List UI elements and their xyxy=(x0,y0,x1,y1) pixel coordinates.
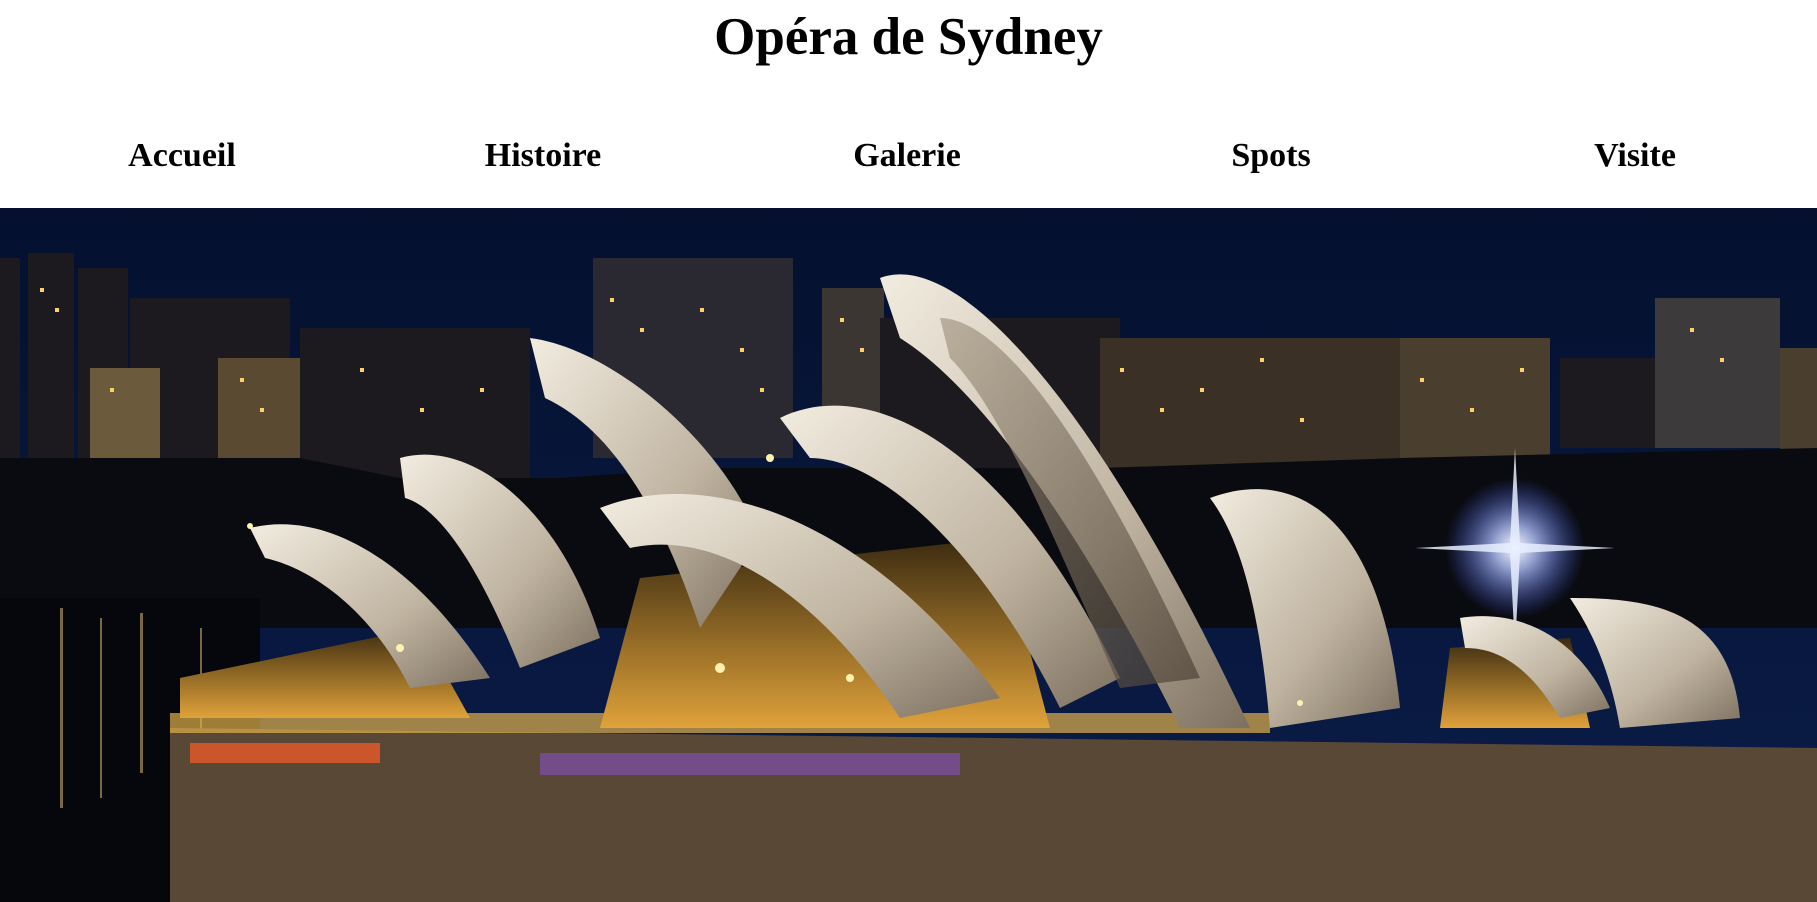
site-header: Opéra de Sydney Accueil Histoire Galerie… xyxy=(0,0,1817,208)
hero-image xyxy=(0,208,1817,902)
podium xyxy=(170,728,1817,902)
opera-house-illustration xyxy=(0,208,1817,902)
main-nav: Accueil Histoire Galerie Spots Visite xyxy=(0,131,1817,181)
nav-item-galerie[interactable]: Galerie xyxy=(725,131,1089,181)
nav-item-accueil[interactable]: Accueil xyxy=(0,131,364,181)
site-title: Opéra de Sydney xyxy=(714,8,1103,66)
nav-item-visite[interactable]: Visite xyxy=(1453,131,1817,181)
nav-item-spots[interactable]: Spots xyxy=(1089,131,1453,181)
nav-item-histoire[interactable]: Histoire xyxy=(361,131,725,181)
